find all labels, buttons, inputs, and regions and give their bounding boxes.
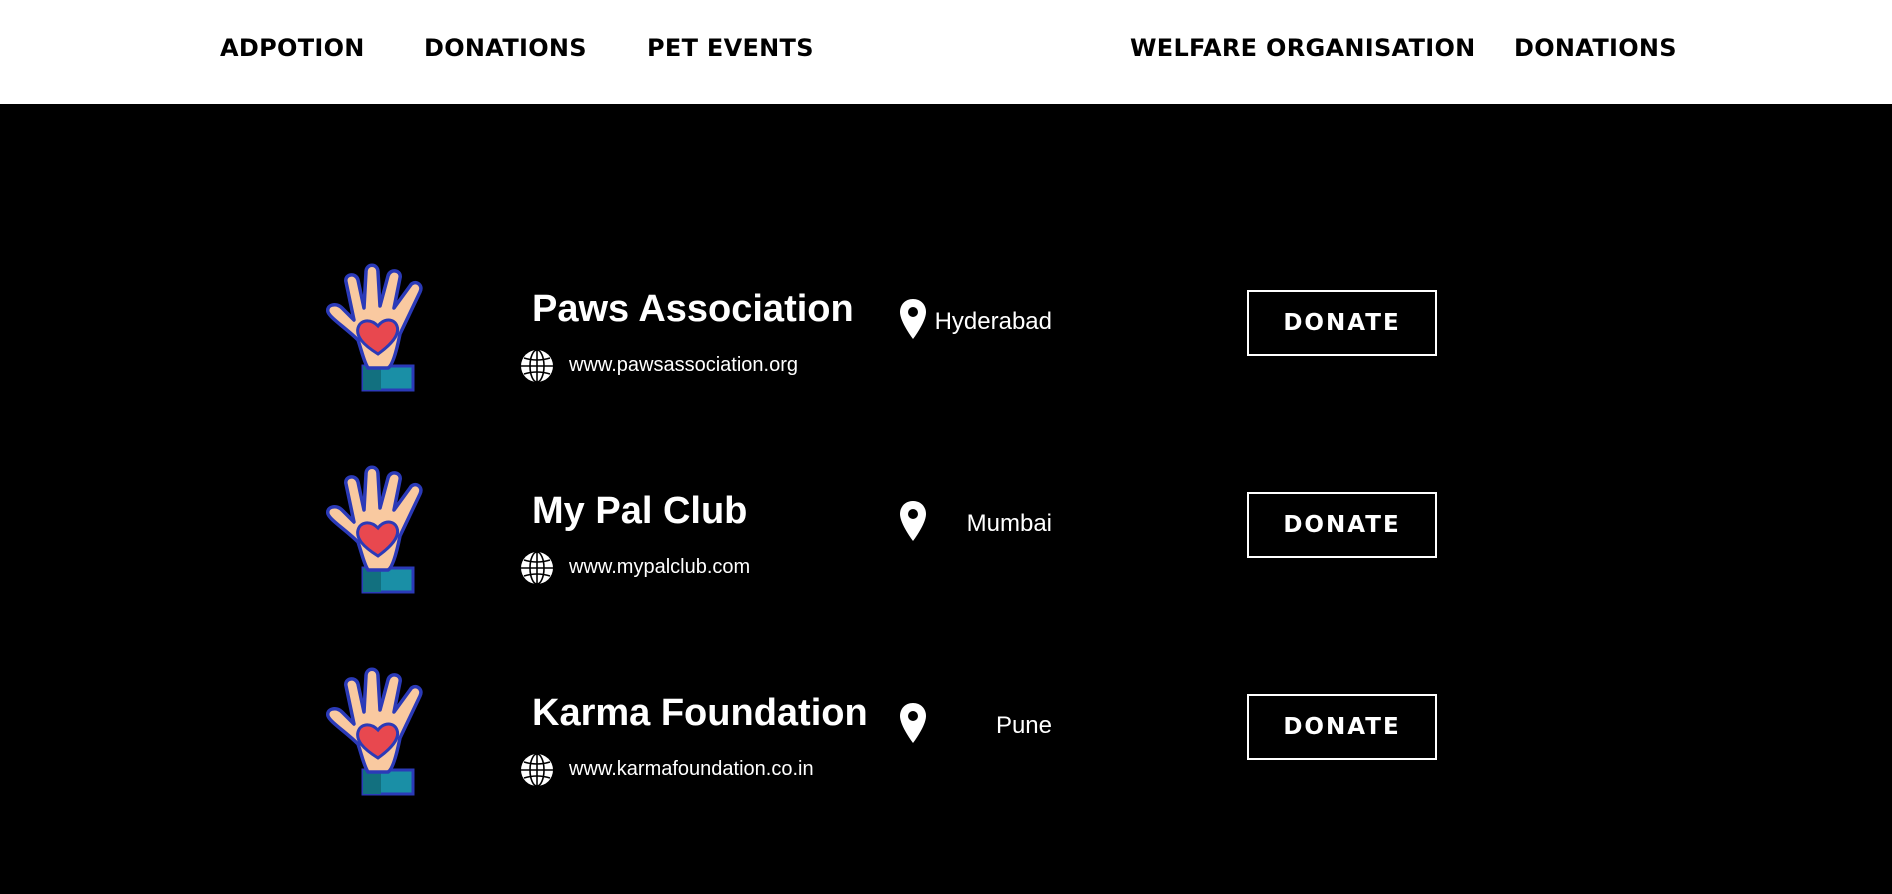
- top-navigation-bar: ADPOTION DONATIONS PET EVENTS WELFARE OR…: [0, 0, 1892, 104]
- nav-link-donations-right[interactable]: DONATIONS: [1514, 34, 1677, 62]
- organization-name: Paws Association: [532, 288, 854, 330]
- organization-website-link[interactable]: www.mypalclub.com: [569, 556, 750, 579]
- organization-location: Hyderabad: [934, 308, 1052, 335]
- list-item-organization: Karma Foundation www.karmafoundation.co.…: [0, 666, 1892, 806]
- organization-location: Pune: [995, 712, 1052, 739]
- donate-button[interactable]: DONATE: [1247, 290, 1437, 356]
- organization-location: Mumbai: [966, 510, 1052, 537]
- hand-heart-icon: [326, 667, 423, 796]
- globe-icon: [521, 349, 553, 383]
- nav-link-donations[interactable]: DONATIONS: [424, 34, 587, 62]
- globe-icon: [521, 551, 553, 585]
- nav-link-adoption[interactable]: ADPOTION: [220, 34, 365, 62]
- location-pin-icon: [900, 299, 926, 339]
- location-pin-icon: [900, 703, 926, 743]
- organization-website-link[interactable]: www.pawsassociation.org: [569, 354, 798, 377]
- donate-button[interactable]: DONATE: [1247, 492, 1437, 558]
- organization-name: Karma Foundation: [532, 692, 868, 734]
- organization-list: Paws Association www.pawsassociation.org…: [0, 104, 1892, 894]
- list-item-organization: My Pal Club www.mypalclub.com Mumbai DON…: [0, 464, 1892, 604]
- nav-link-welfare-organisation[interactable]: WELFARE ORGANISATION: [1130, 34, 1476, 62]
- location-pin-icon: [900, 501, 926, 541]
- globe-icon: [521, 753, 553, 787]
- hand-heart-icon: [326, 465, 423, 594]
- hand-heart-icon: [326, 263, 423, 392]
- nav-link-pet-events[interactable]: PET EVENTS: [647, 34, 814, 62]
- organization-website-link[interactable]: www.karmafoundation.co.in: [569, 758, 814, 781]
- list-item-organization: Paws Association www.pawsassociation.org…: [0, 262, 1892, 402]
- organization-name: My Pal Club: [532, 490, 748, 532]
- donate-button[interactable]: DONATE: [1247, 694, 1437, 760]
